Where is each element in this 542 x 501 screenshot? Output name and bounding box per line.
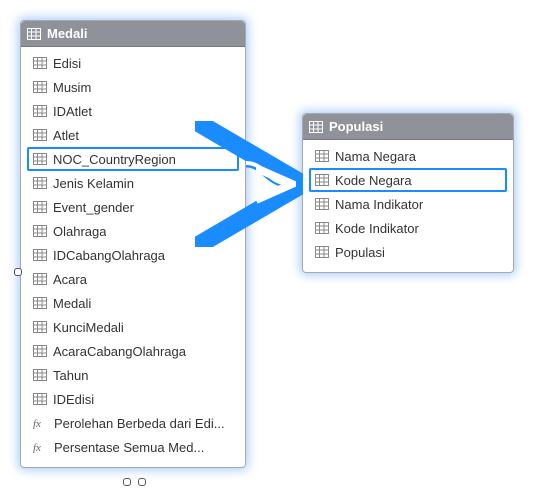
field-row[interactable]: KunciMedali [27, 315, 239, 339]
field-label: Kode Indikator [335, 221, 419, 236]
field-label: Acara [53, 272, 87, 287]
field-row[interactable]: Nama Indikator [309, 192, 507, 216]
measure-icon: fx [33, 441, 48, 453]
svg-text:fx: fx [33, 442, 41, 453]
column-icon [33, 369, 47, 381]
column-icon [315, 150, 329, 162]
field-label: IDCabangOlahraga [53, 248, 165, 263]
column-icon [33, 57, 47, 69]
field-label: Nama Indikator [335, 197, 423, 212]
connection-endpoint[interactable] [123, 478, 131, 486]
table-title: Medali [47, 21, 87, 47]
relationship-connector [246, 160, 302, 210]
field-row[interactable]: Kode Indikator [309, 216, 507, 240]
column-icon [33, 249, 47, 261]
column-icon [33, 225, 47, 237]
table-icon [309, 121, 323, 133]
column-icon [315, 246, 329, 258]
field-row[interactable]: Acara [27, 267, 239, 291]
connection-endpoint[interactable] [14, 268, 22, 276]
column-icon [33, 297, 47, 309]
field-row[interactable]: Medali [27, 291, 239, 315]
field-list-medali: Edisi Musim IDAtlet Atlet NOC_CountryRegion J… [21, 47, 245, 467]
field-label: Kode Negara [335, 173, 412, 188]
field-row[interactable]: Event_gender [27, 195, 239, 219]
field-label: Nama Negara [335, 149, 416, 164]
field-label: Edisi [53, 56, 81, 71]
column-icon [33, 321, 47, 333]
field-label: AcaraCabangOlahraga [53, 344, 186, 359]
table-header-medali[interactable]: Medali [21, 21, 245, 47]
field-row[interactable]: fx Persentase Semua Med... [27, 435, 239, 459]
field-row[interactable]: Atlet [27, 123, 239, 147]
field-row[interactable]: Populasi [309, 240, 507, 264]
field-label: Perolehan Berbeda dari Edi... [54, 416, 225, 431]
field-row[interactable]: IDEdisi [27, 387, 239, 411]
column-icon [315, 222, 329, 234]
field-row[interactable]: Nama Negara [309, 144, 507, 168]
column-icon [33, 393, 47, 405]
column-icon [315, 198, 329, 210]
table-populasi[interactable]: Populasi Nama Negara Kode Negara Nama Indi… [302, 113, 514, 273]
field-row[interactable]: IDAtlet [27, 99, 239, 123]
field-label: Medali [53, 296, 91, 311]
field-row[interactable]: Kode Negara [309, 168, 507, 192]
column-icon [33, 129, 47, 141]
field-label: KunciMedali [53, 320, 124, 335]
table-icon [27, 28, 41, 40]
field-row[interactable]: Edisi [27, 51, 239, 75]
table-medali[interactable]: Medali Edisi Musim IDAtlet Atlet NOC_Country… [20, 20, 246, 468]
field-row[interactable]: fx Perolehan Berbeda dari Edi... [27, 411, 239, 435]
column-icon [33, 153, 47, 165]
connection-endpoint[interactable] [138, 478, 146, 486]
column-icon [33, 201, 47, 213]
field-row[interactable]: NOC_CountryRegion [27, 147, 239, 171]
field-label: Persentase Semua Med... [54, 440, 204, 455]
column-icon [33, 273, 47, 285]
field-row[interactable]: Olahraga [27, 219, 239, 243]
field-label: Tahun [53, 368, 88, 383]
table-title: Populasi [329, 114, 383, 140]
field-label: Jenis Kelamin [53, 176, 134, 191]
field-label: IDEdisi [53, 392, 94, 407]
field-row[interactable]: Musim [27, 75, 239, 99]
field-list-populasi: Nama Negara Kode Negara Nama Indikator Kode… [303, 140, 513, 272]
field-row[interactable]: IDCabangOlahraga [27, 243, 239, 267]
column-icon [33, 105, 47, 117]
field-label: Atlet [53, 128, 79, 143]
field-label: Populasi [335, 245, 385, 260]
column-icon [315, 174, 329, 186]
field-label: NOC_CountryRegion [53, 152, 176, 167]
column-icon [33, 177, 47, 189]
measure-icon: fx [33, 417, 48, 429]
svg-text:fx: fx [33, 418, 41, 429]
table-header-populasi[interactable]: Populasi [303, 114, 513, 140]
field-row[interactable]: Jenis Kelamin [27, 171, 239, 195]
field-label: Musim [53, 80, 91, 95]
column-icon [33, 81, 47, 93]
field-label: Olahraga [53, 224, 106, 239]
field-label: Event_gender [53, 200, 134, 215]
field-row[interactable]: Tahun [27, 363, 239, 387]
field-row[interactable]: AcaraCabangOlahraga [27, 339, 239, 363]
column-icon [33, 345, 47, 357]
field-label: IDAtlet [53, 104, 92, 119]
